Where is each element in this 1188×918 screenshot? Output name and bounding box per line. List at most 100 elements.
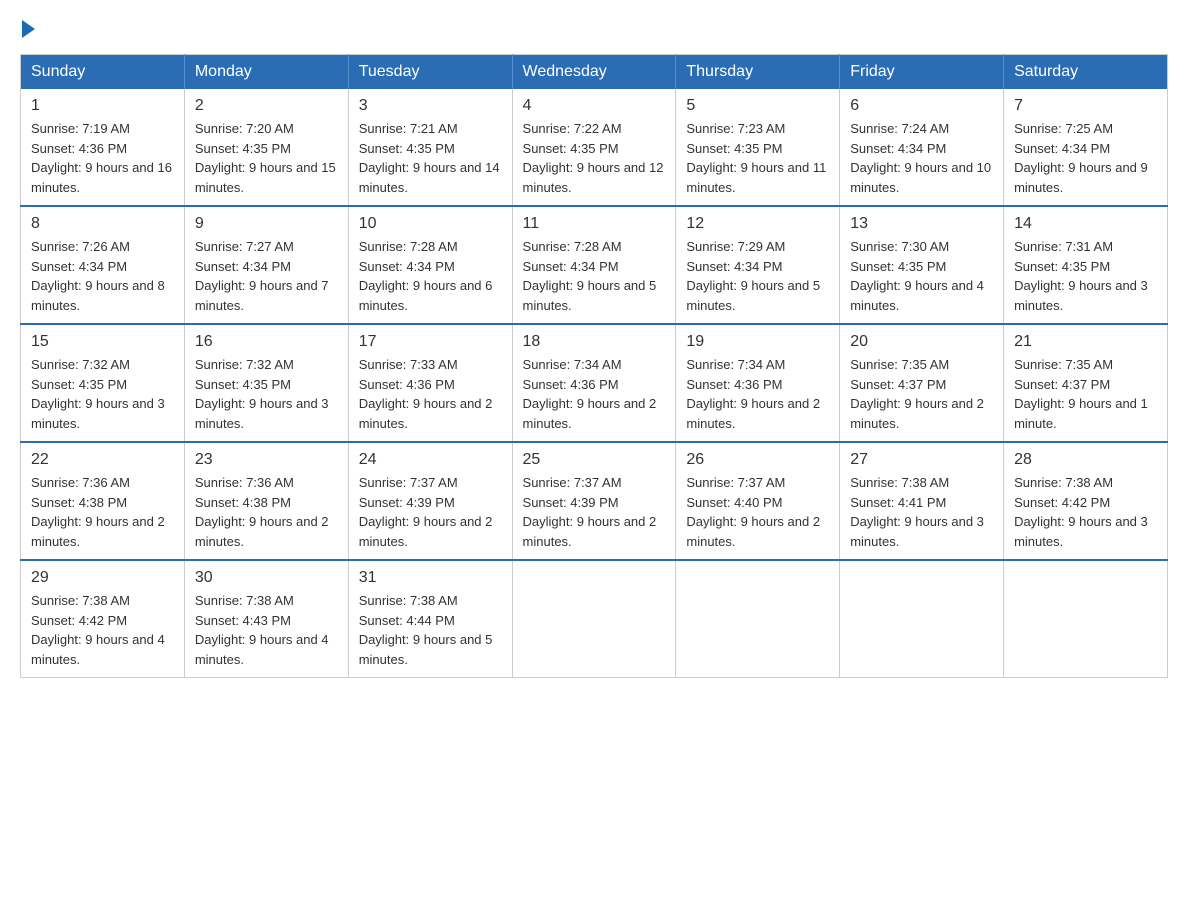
day-info: Sunrise: 7:38 AMSunset: 4:44 PMDaylight:… <box>359 591 502 669</box>
header-tuesday: Tuesday <box>348 55 512 90</box>
day-info: Sunrise: 7:27 AMSunset: 4:34 PMDaylight:… <box>195 237 338 315</box>
header-saturday: Saturday <box>1004 55 1168 90</box>
calendar-cell <box>840 560 1004 678</box>
calendar-cell: 3 Sunrise: 7:21 AMSunset: 4:35 PMDaylight… <box>348 89 512 206</box>
day-number: 16 <box>195 333 338 351</box>
calendar-cell: 30 Sunrise: 7:38 AMSunset: 4:43 PMDayligh… <box>184 560 348 678</box>
day-number: 1 <box>31 97 174 115</box>
day-info: Sunrise: 7:25 AMSunset: 4:34 PMDaylight:… <box>1014 119 1157 197</box>
calendar-cell: 6Sunrise: 7:24 AMSunset: 4:34 PMDaylight… <box>840 89 1004 206</box>
day-info: Sunrise: 7:23 AMSunset: 4:35 PMDaylight:… <box>686 119 829 197</box>
week-row-4: 22Sunrise: 7:36 AMSunset: 4:38 PMDayligh… <box>21 442 1168 560</box>
day-info: Sunrise: 7:38 AMSunset: 4:41 PMDaylight:… <box>850 473 993 551</box>
calendar-cell: 14 Sunrise: 7:31 AMSunset: 4:35 PMDayligh… <box>1004 206 1168 324</box>
day-info: Sunrise: 7:32 AMSunset: 4:35 PMDaylight:… <box>195 355 338 433</box>
calendar-cell: 2 Sunrise: 7:20 AMSunset: 4:35 PMDaylight… <box>184 89 348 206</box>
calendar-cell: 1 Sunrise: 7:19 AMSunset: 4:36 PMDaylight… <box>21 89 185 206</box>
day-number: 19 <box>686 333 829 351</box>
calendar-cell: 22Sunrise: 7:36 AMSunset: 4:38 PMDayligh… <box>21 442 185 560</box>
calendar-cell: 26 Sunrise: 7:37 AMSunset: 4:40 PMDayligh… <box>676 442 840 560</box>
day-number: 3 <box>359 97 502 115</box>
calendar-cell: 20 Sunrise: 7:35 AMSunset: 4:37 PMDayligh… <box>840 324 1004 442</box>
calendar-cell: 31 Sunrise: 7:38 AMSunset: 4:44 PMDayligh… <box>348 560 512 678</box>
day-info: Sunrise: 7:30 AMSunset: 4:35 PMDaylight:… <box>850 237 993 315</box>
day-info: Sunrise: 7:31 AMSunset: 4:35 PMDaylight:… <box>1014 237 1157 315</box>
calendar-cell: 9 Sunrise: 7:27 AMSunset: 4:34 PMDaylight… <box>184 206 348 324</box>
day-number: 9 <box>195 215 338 233</box>
page-header <box>20 20 1168 34</box>
logo-arrow-icon <box>22 20 35 38</box>
day-number: 2 <box>195 97 338 115</box>
day-info: Sunrise: 7:37 AMSunset: 4:39 PMDaylight:… <box>523 473 666 551</box>
week-row-5: 29Sunrise: 7:38 AMSunset: 4:42 PMDayligh… <box>21 560 1168 678</box>
calendar-cell: 11 Sunrise: 7:28 AMSunset: 4:34 PMDayligh… <box>512 206 676 324</box>
logo-top-line <box>20 20 35 36</box>
day-number: 23 <box>195 451 338 469</box>
calendar-cell: 19Sunrise: 7:34 AMSunset: 4:36 PMDayligh… <box>676 324 840 442</box>
day-info: Sunrise: 7:36 AMSunset: 4:38 PMDaylight:… <box>31 473 174 551</box>
day-number: 20 <box>850 333 993 351</box>
day-info: Sunrise: 7:38 AMSunset: 4:42 PMDaylight:… <box>31 591 174 669</box>
day-info: Sunrise: 7:38 AMSunset: 4:42 PMDaylight:… <box>1014 473 1157 551</box>
day-number: 8 <box>31 215 174 233</box>
day-info: Sunrise: 7:34 AMSunset: 4:36 PMDaylight:… <box>523 355 666 433</box>
day-number: 13 <box>850 215 993 233</box>
day-info: Sunrise: 7:36 AMSunset: 4:38 PMDaylight:… <box>195 473 338 551</box>
calendar-cell: 27 Sunrise: 7:38 AMSunset: 4:41 PMDayligh… <box>840 442 1004 560</box>
header-friday: Friday <box>840 55 1004 90</box>
day-number: 30 <box>195 569 338 587</box>
calendar-cell: 13 Sunrise: 7:30 AMSunset: 4:35 PMDayligh… <box>840 206 1004 324</box>
day-number: 4 <box>523 97 666 115</box>
calendar-cell: 10Sunrise: 7:28 AMSunset: 4:34 PMDayligh… <box>348 206 512 324</box>
day-number: 24 <box>359 451 502 469</box>
calendar-cell: 16 Sunrise: 7:32 AMSunset: 4:35 PMDayligh… <box>184 324 348 442</box>
day-number: 15 <box>31 333 174 351</box>
day-number: 25 <box>523 451 666 469</box>
header-sunday: Sunday <box>21 55 185 90</box>
day-info: Sunrise: 7:38 AMSunset: 4:43 PMDaylight:… <box>195 591 338 669</box>
day-number: 5 <box>686 97 829 115</box>
day-info: Sunrise: 7:35 AMSunset: 4:37 PMDaylight:… <box>1014 355 1157 433</box>
day-number: 18 <box>523 333 666 351</box>
calendar-cell <box>676 560 840 678</box>
day-info: Sunrise: 7:22 AMSunset: 4:35 PMDaylight:… <box>523 119 666 197</box>
calendar-cell: 4 Sunrise: 7:22 AMSunset: 4:35 PMDaylight… <box>512 89 676 206</box>
calendar-cell: 28Sunrise: 7:38 AMSunset: 4:42 PMDayligh… <box>1004 442 1168 560</box>
calendar-cell: 17 Sunrise: 7:33 AMSunset: 4:36 PMDayligh… <box>348 324 512 442</box>
calendar-cell: 29Sunrise: 7:38 AMSunset: 4:42 PMDayligh… <box>21 560 185 678</box>
day-info: Sunrise: 7:19 AMSunset: 4:36 PMDaylight:… <box>31 119 174 197</box>
day-info: Sunrise: 7:37 AMSunset: 4:39 PMDaylight:… <box>359 473 502 551</box>
calendar-cell: 8 Sunrise: 7:26 AMSunset: 4:34 PMDaylight… <box>21 206 185 324</box>
day-info: Sunrise: 7:21 AMSunset: 4:35 PMDaylight:… <box>359 119 502 197</box>
calendar-cell: 23 Sunrise: 7:36 AMSunset: 4:38 PMDayligh… <box>184 442 348 560</box>
calendar-cell: 5 Sunrise: 7:23 AMSunset: 4:35 PMDaylight… <box>676 89 840 206</box>
day-number: 17 <box>359 333 502 351</box>
calendar-cell: 12Sunrise: 7:29 AMSunset: 4:34 PMDayligh… <box>676 206 840 324</box>
calendar-cell: 24 Sunrise: 7:37 AMSunset: 4:39 PMDayligh… <box>348 442 512 560</box>
header-wednesday: Wednesday <box>512 55 676 90</box>
day-number: 21 <box>1014 333 1157 351</box>
day-info: Sunrise: 7:32 AMSunset: 4:35 PMDaylight:… <box>31 355 174 433</box>
day-number: 7 <box>1014 97 1157 115</box>
day-number: 10 <box>359 215 502 233</box>
day-number: 12 <box>686 215 829 233</box>
day-info: Sunrise: 7:20 AMSunset: 4:35 PMDaylight:… <box>195 119 338 197</box>
day-info: Sunrise: 7:28 AMSunset: 4:34 PMDaylight:… <box>523 237 666 315</box>
day-number: 14 <box>1014 215 1157 233</box>
day-info: Sunrise: 7:35 AMSunset: 4:37 PMDaylight:… <box>850 355 993 433</box>
day-info: Sunrise: 7:33 AMSunset: 4:36 PMDaylight:… <box>359 355 502 433</box>
calendar-cell <box>512 560 676 678</box>
week-row-2: 8 Sunrise: 7:26 AMSunset: 4:34 PMDaylight… <box>21 206 1168 324</box>
day-number: 11 <box>523 215 666 233</box>
day-number: 6 <box>850 97 993 115</box>
calendar-cell: 21 Sunrise: 7:35 AMSunset: 4:37 PMDayligh… <box>1004 324 1168 442</box>
calendar-cell: 25 Sunrise: 7:37 AMSunset: 4:39 PMDayligh… <box>512 442 676 560</box>
day-number: 31 <box>359 569 502 587</box>
calendar-header-row: SundayMondayTuesdayWednesdayThursdayFrid… <box>21 55 1168 90</box>
day-number: 26 <box>686 451 829 469</box>
calendar-cell: 7 Sunrise: 7:25 AMSunset: 4:34 PMDaylight… <box>1004 89 1168 206</box>
day-info: Sunrise: 7:37 AMSunset: 4:40 PMDaylight:… <box>686 473 829 551</box>
day-number: 27 <box>850 451 993 469</box>
calendar-cell: 15 Sunrise: 7:32 AMSunset: 4:35 PMDayligh… <box>21 324 185 442</box>
day-info: Sunrise: 7:26 AMSunset: 4:34 PMDaylight:… <box>31 237 174 315</box>
